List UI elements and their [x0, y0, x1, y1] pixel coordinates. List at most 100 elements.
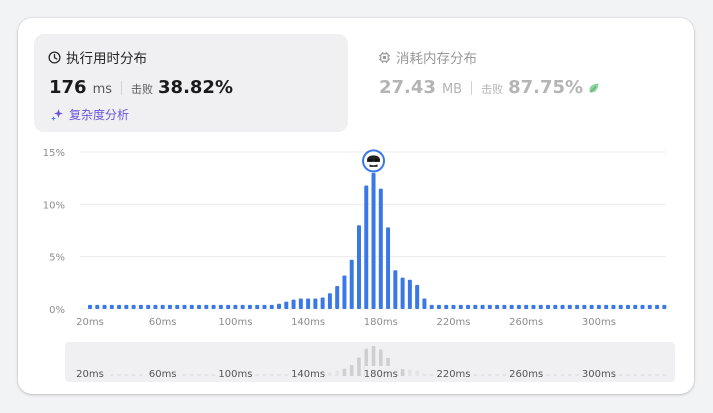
bar[interactable]: [633, 304, 638, 309]
bar[interactable]: [233, 304, 238, 309]
bar[interactable]: [189, 304, 194, 309]
bar[interactable]: [124, 304, 129, 309]
bar[interactable]: [342, 275, 347, 309]
bar[interactable]: [589, 304, 594, 309]
bar[interactable]: [160, 304, 165, 309]
bar[interactable]: [393, 270, 398, 309]
bar[interactable]: [88, 304, 92, 309]
bar[interactable]: [291, 299, 296, 309]
bar[interactable]: [102, 304, 107, 309]
bar[interactable]: [436, 304, 441, 309]
navigator-bar: [495, 374, 499, 376]
navigator-bar: [117, 374, 121, 376]
bar[interactable]: [611, 304, 616, 309]
bar[interactable]: [204, 304, 209, 309]
bar[interactable]: [356, 225, 361, 309]
range-navigator[interactable]: 20ms 60ms 100ms 140ms 180ms 220ms 260ms 300ms: [65, 342, 675, 382]
bar[interactable]: [647, 304, 652, 309]
bar[interactable]: [182, 304, 187, 309]
bar[interactable]: [364, 185, 369, 309]
navigator-bar: [124, 374, 129, 376]
bar[interactable]: [546, 304, 551, 309]
bar[interactable]: [320, 297, 325, 309]
bar[interactable]: [349, 259, 354, 309]
bar[interactable]: [211, 304, 216, 309]
bar[interactable]: [625, 304, 630, 309]
navigator-bar: [546, 374, 550, 376]
bar[interactable]: [480, 304, 485, 309]
submission-stats-card: 执行用时分布 176 ms 击败 38.82% 复杂度分析 消耗内存分布 27.…: [18, 18, 694, 394]
bar[interactable]: [560, 304, 565, 309]
bar[interactable]: [604, 304, 609, 309]
navigator-bar: [211, 374, 216, 376]
bar[interactable]: [466, 304, 471, 309]
bar[interactable]: [509, 304, 514, 309]
bar[interactable]: [618, 304, 623, 309]
bar[interactable]: [335, 285, 340, 309]
navigator-chart[interactable]: 20ms 60ms 100ms 140ms 180ms 220ms 260ms 300ms: [65, 342, 675, 382]
bar[interactable]: [575, 304, 580, 309]
bar[interactable]: [567, 304, 572, 309]
bar[interactable]: [415, 284, 420, 309]
bar[interactable]: [458, 304, 463, 309]
bar[interactable]: [655, 304, 660, 309]
bar[interactable]: [553, 304, 558, 309]
bar[interactable]: [531, 304, 536, 309]
current-submission-marker[interactable]: [362, 149, 386, 173]
bar[interactable]: [284, 301, 289, 309]
bar[interactable]: [327, 293, 332, 309]
bar[interactable]: [538, 304, 543, 309]
bar[interactable]: [400, 277, 405, 309]
bar[interactable]: [269, 304, 274, 309]
bar[interactable]: [640, 304, 645, 309]
bar[interactable]: [444, 304, 449, 309]
runtime-distribution-chart[interactable]: 0%5%10%15% 20ms 60ms 100ms 140ms 180ms 220ms 2…: [18, 18, 694, 394]
x-tick-label: 260ms: [509, 317, 543, 328]
bar[interactable]: [313, 298, 318, 309]
navigator-bar: [575, 374, 579, 376]
bar[interactable]: [502, 304, 507, 309]
bar[interactable]: [487, 304, 492, 309]
bar[interactable]: [153, 304, 158, 309]
navigator-bar: [640, 374, 645, 376]
bar[interactable]: [306, 298, 311, 309]
bar[interactable]: [582, 304, 587, 309]
bar[interactable]: [516, 304, 521, 309]
bar[interactable]: [495, 304, 500, 309]
navigator-bar: [342, 368, 347, 376]
bar[interactable]: [596, 304, 601, 309]
bar[interactable]: [240, 304, 245, 309]
bar[interactable]: [167, 304, 172, 309]
navigator-tick-label: 140ms: [291, 369, 325, 380]
bar[interactable]: [226, 304, 231, 309]
bar[interactable]: [473, 304, 478, 309]
navigator-bar: [560, 374, 565, 376]
bar[interactable]: [378, 188, 383, 309]
bar[interactable]: [262, 304, 267, 309]
x-tick-label: 100ms: [218, 317, 252, 328]
chart-bars[interactable]: [88, 172, 667, 309]
bar[interactable]: [117, 304, 122, 309]
bar[interactable]: [524, 304, 529, 309]
bar[interactable]: [451, 304, 456, 309]
bar[interactable]: [422, 298, 427, 309]
bar[interactable]: [218, 304, 223, 309]
bar[interactable]: [386, 227, 391, 309]
bar[interactable]: [247, 304, 252, 309]
bar[interactable]: [407, 279, 412, 309]
bar[interactable]: [429, 304, 434, 309]
bar[interactable]: [662, 304, 667, 309]
bar[interactable]: [175, 304, 180, 309]
bar[interactable]: [131, 304, 136, 309]
bar[interactable]: [197, 304, 202, 309]
bar[interactable]: [255, 304, 260, 309]
navigator-bar: [568, 374, 572, 376]
bar[interactable]: [371, 172, 376, 309]
navigator-bar: [618, 374, 623, 376]
bar[interactable]: [277, 303, 282, 309]
bar[interactable]: [146, 304, 151, 309]
bar[interactable]: [109, 304, 114, 309]
bar[interactable]: [298, 298, 303, 309]
bar[interactable]: [95, 304, 100, 309]
bar[interactable]: [138, 304, 143, 309]
